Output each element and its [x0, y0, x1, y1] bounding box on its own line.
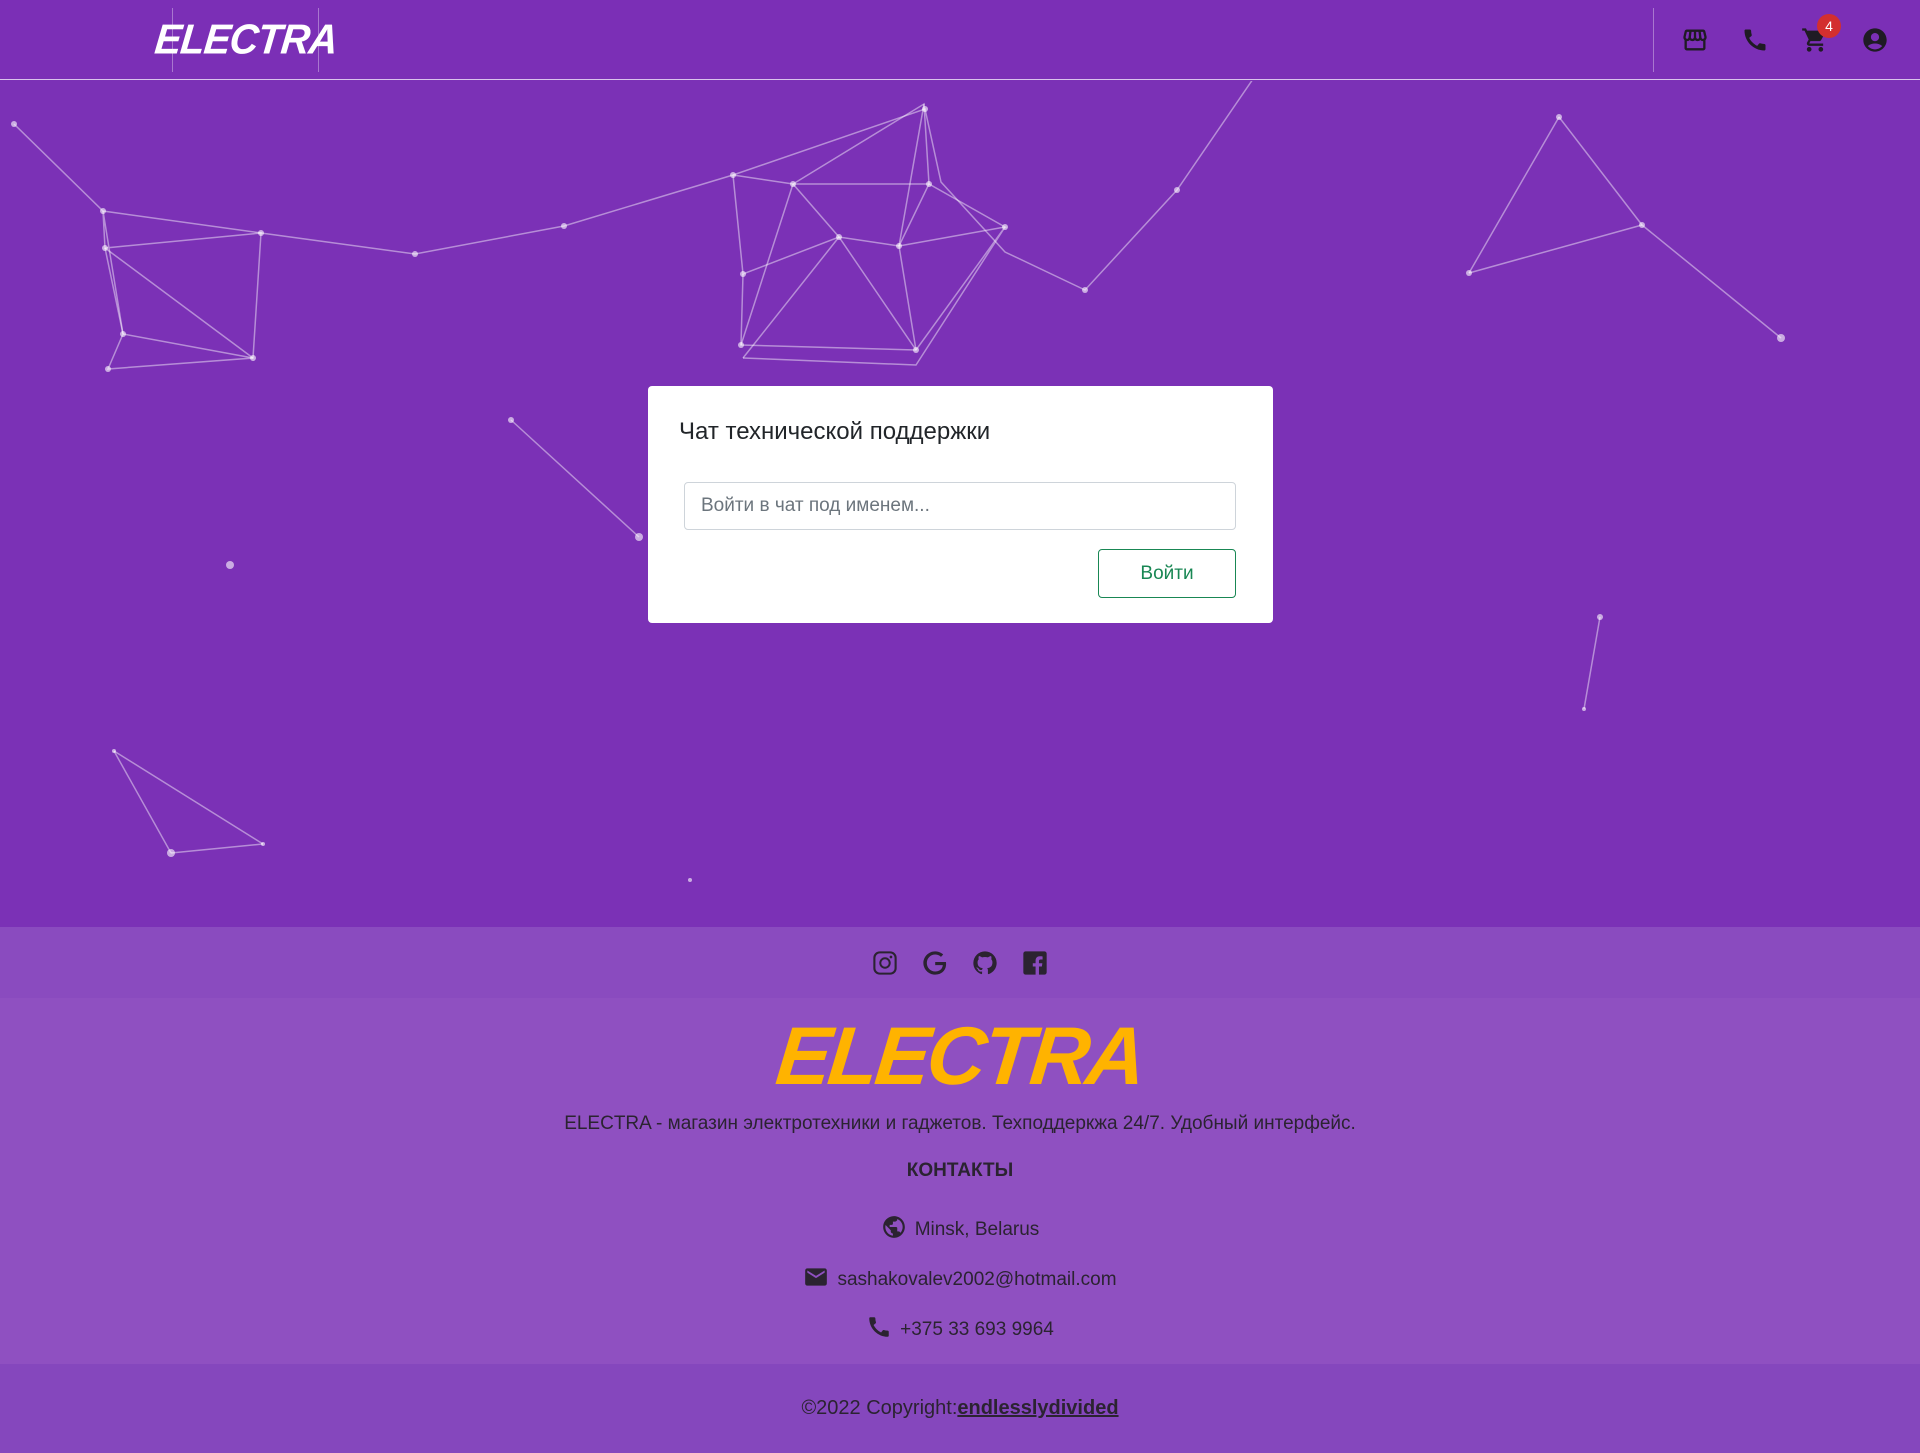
account-icon[interactable] — [1859, 24, 1891, 56]
facebook-icon[interactable] — [1021, 949, 1049, 977]
dialog-title: Чат технической поддержки — [679, 418, 991, 445]
copyright-author-link[interactable]: endlesslydivided — [957, 1397, 1118, 1420]
phone-icon[interactable] — [1739, 24, 1771, 56]
copyright-bar: ©2022 Copyright: endlesslydivided — [0, 1364, 1920, 1453]
footer-description: ELECTRA - магазин электротехники и гадже… — [564, 1113, 1356, 1134]
email-text: sashakovalev2002@hotmail.com — [837, 1269, 1117, 1290]
location-text: Minsk, Belarus — [914, 1219, 1040, 1240]
copyright-text: ©2022 Copyright: — [801, 1397, 958, 1419]
footer: ELECTRA ELECTRA - магазин электротехники… — [0, 998, 1920, 1364]
github-icon[interactable] — [971, 949, 999, 977]
google-icon[interactable] — [921, 949, 949, 977]
store-icon[interactable] — [1679, 24, 1711, 56]
top-navbar: ELECTRA 4 — [0, 0, 1920, 80]
mail-icon — [803, 1264, 829, 1296]
brand-logo-text: ELECTRA — [152, 16, 339, 63]
social-links-bar — [0, 927, 1920, 998]
phone-text: +375 33 693 9964 — [900, 1319, 1054, 1340]
contact-phone: +375 33 693 9964 — [0, 1314, 1920, 1346]
globe-icon — [881, 1214, 907, 1246]
footer-logo: ELECTRA — [772, 1011, 1148, 1102]
nav-divider — [1653, 8, 1654, 72]
contacts-heading: КОНТАКТЫ — [906, 1160, 1014, 1181]
contact-email: sashakovalev2002@hotmail.com — [0, 1264, 1920, 1296]
brand-logo[interactable]: ELECTRA — [152, 8, 339, 72]
login-button[interactable]: Войти — [1098, 549, 1236, 598]
instagram-icon[interactable] — [871, 949, 899, 977]
support-chat-dialog: Чат технической поддержки Войти — [648, 386, 1273, 623]
chat-username-input[interactable] — [684, 482, 1236, 530]
cart-icon[interactable]: 4 — [1799, 14, 1841, 56]
phone-icon — [866, 1314, 892, 1346]
cart-count-badge: 4 — [1817, 14, 1841, 38]
contact-location: Minsk, Belarus — [0, 1214, 1920, 1246]
